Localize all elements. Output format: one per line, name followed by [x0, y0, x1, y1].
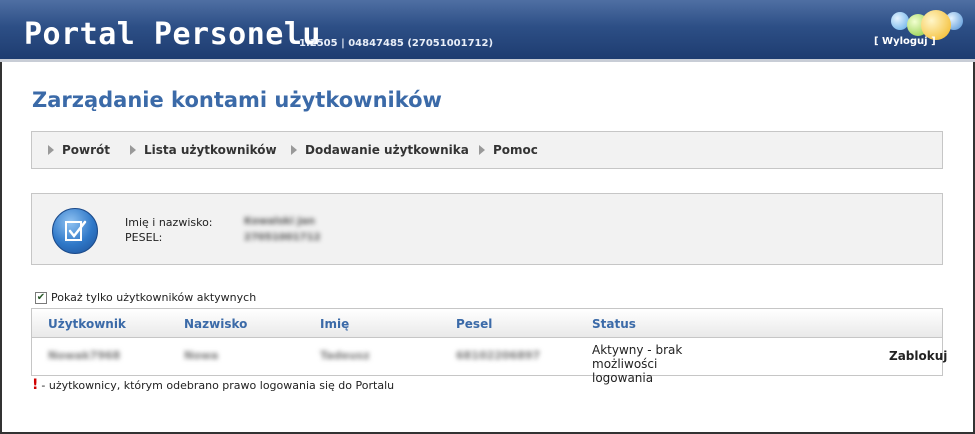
pesel-value: 27051001712 [244, 232, 321, 243]
column-pesel[interactable]: Pesel [456, 317, 492, 331]
user-info-panel: Imię i nazwisko: PESEL: Kowalski Jan 270… [31, 193, 943, 265]
nav-add-user[interactable]: Dodawanie użytkownika [291, 143, 469, 157]
name-value: Kowalski Jan [244, 216, 315, 227]
table-header: Użytkownik Nazwisko Imię Pesel Status [32, 309, 942, 338]
app-title: Portal Personelu [24, 17, 321, 52]
nav-back[interactable]: Powrót [48, 143, 110, 157]
nav-user-list[interactable]: Lista użytkowników [130, 143, 277, 157]
pesel-label: PESEL: [125, 231, 163, 244]
play-arrow-icon [130, 145, 136, 155]
cell-surname: Nowa [184, 349, 219, 362]
column-surname[interactable]: Nazwisko [184, 317, 247, 331]
play-arrow-icon [291, 145, 297, 155]
name-label: Imię i nazwisko: [125, 216, 213, 229]
action-nav: Powrót Lista użytkowników Dodawanie użyt… [31, 131, 943, 169]
nav-help-label: Pomoc [493, 143, 538, 157]
block-user-button[interactable]: Zablokuj [889, 349, 947, 363]
cell-pesel: 68102206897 [456, 349, 541, 362]
logout-link[interactable]: [ Wyloguj ] [874, 36, 936, 47]
users-table: Użytkownik Nazwisko Imię Pesel Status No… [31, 308, 947, 385]
active-filter-label: Pokaż tylko użytkowników aktywnych [51, 291, 257, 304]
page-title: Zarządanie kontami użytkowników [32, 88, 442, 112]
cell-user: Nowak7968 [48, 349, 121, 362]
cell-name: Tadeusz [320, 349, 370, 362]
active-users-checkbox[interactable]: ✔ [35, 291, 47, 304]
column-status[interactable]: Status [592, 317, 636, 331]
user-checkbox-icon [52, 208, 98, 254]
legend-footnote: ! - użytkownicy, którym odebrano prawo l… [32, 377, 394, 393]
nav-back-label: Powrót [62, 143, 111, 157]
footnote-text: - użytkownicy, którym odebrano prawo log… [41, 378, 395, 392]
nav-add-user-label: Dodawanie użytkownika [305, 143, 469, 157]
exclamation-icon: ! [32, 377, 39, 393]
nav-help[interactable]: Pomoc [479, 143, 538, 157]
play-arrow-icon [48, 145, 54, 155]
cell-status: Aktywny - brak możliwości logowania [592, 343, 683, 385]
column-user[interactable]: Użytkownik [48, 317, 126, 331]
nav-user-list-label: Lista użytkowników [144, 143, 277, 157]
play-arrow-icon [479, 145, 485, 155]
version-info: 1.2505 | 04847485 (27051001712) [299, 38, 494, 49]
column-name[interactable]: Imię [320, 317, 349, 331]
active-filter: ✔ Pokaż tylko użytkowników aktywnych [35, 291, 256, 304]
app-header: Portal Personelu 1.2505 | 04847485 (2705… [0, 0, 975, 62]
